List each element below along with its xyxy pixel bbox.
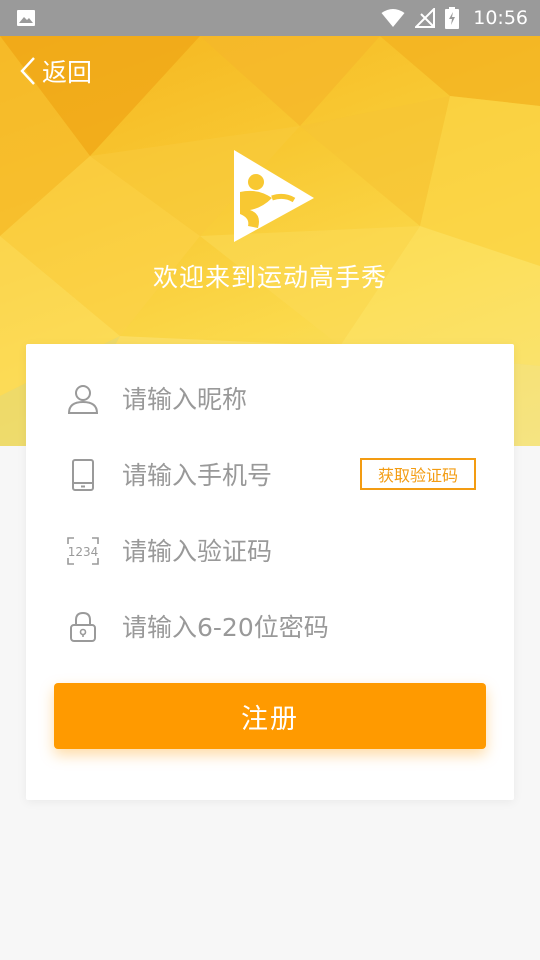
phone-icon	[66, 458, 100, 492]
nickname-input[interactable]	[122, 379, 352, 419]
battery-charging-icon	[445, 7, 460, 29]
status-bar: 10:56	[0, 0, 540, 36]
code-1234-icon: 1234	[66, 534, 100, 568]
phone-input[interactable]	[122, 455, 352, 495]
status-icons: 10:56	[381, 0, 528, 36]
password-row	[26, 597, 514, 657]
code-input[interactable]	[122, 531, 352, 571]
back-button[interactable]: 返回	[20, 54, 92, 88]
register-button[interactable]: 注册	[54, 683, 486, 749]
welcome-title: 欢迎来到运动高手秀	[152, 263, 387, 292]
svg-text:1234: 1234	[68, 545, 99, 559]
code-row: 1234	[26, 521, 514, 581]
register-form-card: 获取验证码 1234 注册	[26, 344, 514, 800]
wifi-icon	[381, 9, 405, 27]
get-code-button[interactable]: 获取验证码	[360, 458, 476, 490]
phone-row: 获取验证码	[26, 445, 514, 505]
chevron-left-icon	[20, 57, 35, 85]
status-time: 10:56	[473, 7, 528, 29]
sport-logo-icon	[234, 150, 314, 242]
user-icon	[66, 382, 100, 416]
back-label: 返回	[42, 58, 93, 87]
lock-icon	[66, 610, 100, 644]
password-input[interactable]	[122, 607, 482, 647]
no-signal-icon	[415, 8, 436, 28]
image-icon	[17, 10, 35, 26]
nickname-row	[26, 369, 514, 429]
